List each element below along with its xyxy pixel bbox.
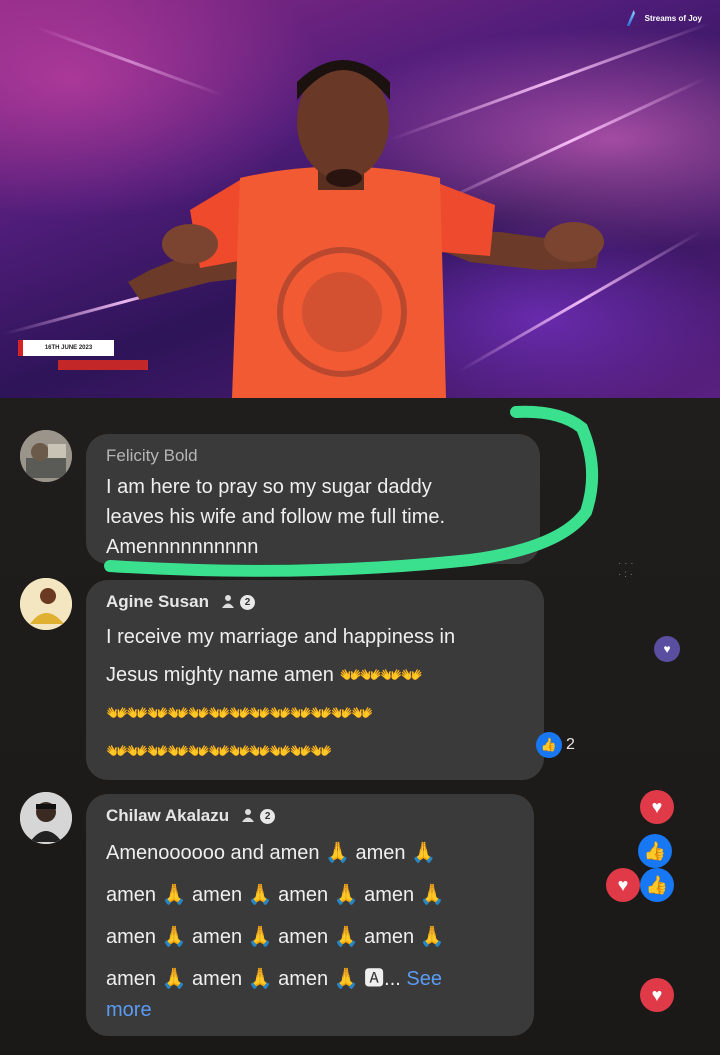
comment-text-line: leaves his wife and follow me full time.	[106, 506, 446, 528]
reaction-count-number: 2	[566, 736, 575, 753]
see-more-link[interactable]: more	[106, 998, 516, 1022]
emoji-hands: 👐👐👐👐👐👐👐👐👐👐👐👐👐	[106, 703, 373, 723]
live-video[interactable]: Streams of Joy 16TH JUNE 2023	[0, 0, 720, 398]
comment-author-name[interactable]: Agine Susan	[106, 592, 209, 612]
comment-author[interactable]: Felicity Bold	[106, 446, 522, 466]
top-fan-icon: 2	[219, 594, 255, 610]
dots-decoration: · · · · : ·	[618, 558, 634, 580]
floating-heart-icon: ♥	[640, 790, 674, 824]
preacher-image	[128, 60, 604, 398]
avatar[interactable]	[20, 578, 72, 630]
comment-bubble[interactable]: Felicity Bold I am here to pray so my su…	[86, 434, 540, 564]
comment-text-line: Amennnnnnnnnn	[106, 536, 259, 558]
emoji-hands: 👐👐👐👐	[339, 665, 423, 685]
comments-section: Felicity Bold I am here to pray so my su…	[0, 398, 720, 1055]
comment-text-line: amen 🙏 amen 🙏 amen 🙏 🅰...	[106, 968, 401, 990]
comment-text: I am here to pray so my sugar daddy leav…	[106, 472, 522, 562]
top-fan-icon: 2	[239, 808, 276, 824]
channel-logo-text: Streams of Joy	[644, 13, 702, 23]
like-icon: 👍	[536, 732, 562, 758]
comment-author-name[interactable]: Chilaw Akalazu	[106, 806, 229, 826]
streams-logo-icon	[626, 10, 636, 26]
floating-heart-icon: ♥	[640, 978, 674, 1012]
avatar[interactable]	[20, 430, 72, 482]
floating-like-icon: 👍	[638, 834, 672, 868]
comment-text: I receive my marriage and happiness in J…	[106, 618, 526, 770]
reaction-count[interactable]: 👍 2	[536, 732, 575, 758]
date-sub-banner	[58, 360, 148, 370]
floating-like-icon: 👍	[640, 868, 674, 902]
comment-text: Amenoooooo and amen 🙏 amen 🙏 amen 🙏 amen…	[106, 832, 516, 1022]
top-fan-badge: 2	[260, 808, 276, 824]
comment-bubble[interactable]: Chilaw Akalazu 2 Amenoooooo and amen 🙏 a…	[86, 794, 534, 1036]
comment-text-line: amen 🙏 amen 🙏 amen 🙏 amen 🙏	[106, 884, 445, 906]
comment-text-line: Jesus mighty name amen	[106, 664, 334, 686]
reaction-icon: ♥	[654, 636, 680, 662]
comment-author-name[interactable]: Felicity Bold	[106, 446, 198, 466]
date-banner: 16TH JUNE 2023	[18, 340, 148, 378]
comment-author[interactable]: Agine Susan 2	[106, 592, 526, 612]
comment-text-line: I am here to pray so my sugar daddy	[106, 476, 432, 498]
top-fan-badge: 2	[239, 594, 255, 610]
emoji-hands: 👐👐👐👐👐👐👐👐👐👐👐	[106, 741, 333, 761]
comment-author[interactable]: Chilaw Akalazu 2	[106, 806, 516, 826]
see-more-link[interactable]: See	[406, 968, 442, 990]
date-label: 16TH JUNE 2023	[18, 340, 114, 356]
floating-heart-icon: ♥	[606, 868, 640, 902]
avatar[interactable]	[20, 792, 72, 844]
comment-text-line: amen 🙏 amen 🙏 amen 🙏 amen 🙏	[106, 926, 445, 948]
comment-text-line: Amenoooooo and amen 🙏 amen 🙏	[106, 842, 436, 864]
comment-text-line: I receive my marriage and happiness in	[106, 626, 456, 648]
channel-logo: Streams of Joy	[626, 10, 702, 26]
comment-bubble[interactable]: Agine Susan 2 I receive my marriage and …	[86, 580, 544, 780]
